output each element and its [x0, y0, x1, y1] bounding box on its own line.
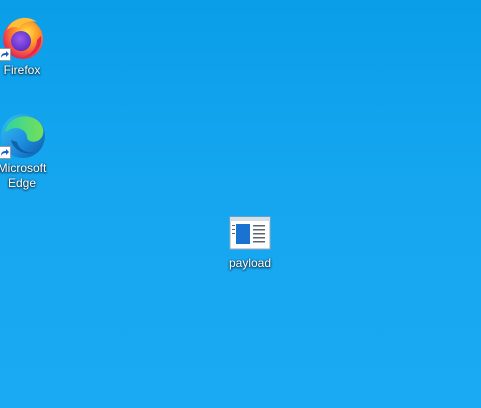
application-window-icon: [225, 213, 275, 255]
desktop-icon-payload[interactable]: payload: [212, 213, 288, 271]
edge-icon: [0, 110, 47, 160]
desktop-icon-label: payload: [228, 256, 272, 270]
shortcut-arrow-icon: [0, 48, 11, 61]
shortcut-arrow-icon: [0, 146, 11, 159]
desktop[interactable]: Firefox Microsoft Edge payload: [0, 0, 481, 408]
desktop-icon-microsoft-edge[interactable]: Microsoft Edge: [0, 110, 60, 191]
desktop-icon-label: Microsoft Edge: [0, 161, 47, 190]
firefox-icon: [0, 12, 47, 62]
desktop-icon-label: Firefox: [3, 63, 41, 77]
desktop-icon-firefox[interactable]: Firefox: [0, 12, 60, 78]
